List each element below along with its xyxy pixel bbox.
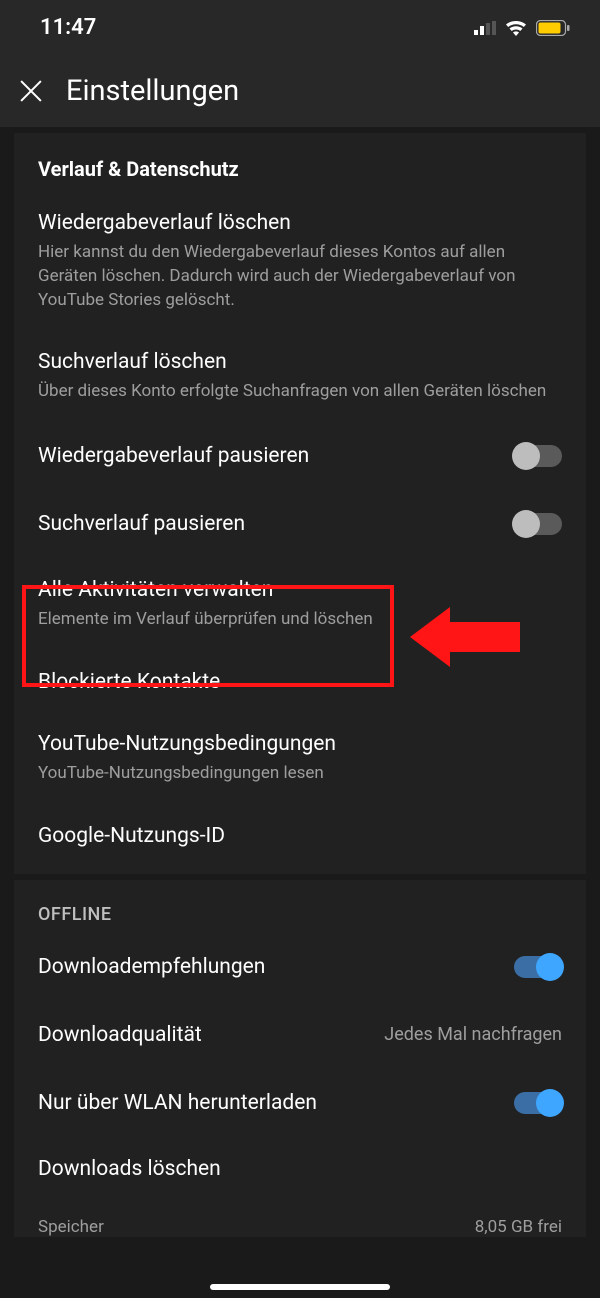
item-youtube-terms[interactable]: YouTube-Nutzungsbedingungen YouTube-Nutz…: [14, 712, 586, 804]
toggle-pause-search-history[interactable]: [514, 513, 562, 535]
toggle-pause-watch-history[interactable]: [514, 445, 562, 467]
storage-row: Speicher 8,05 GB frei: [14, 1199, 586, 1237]
item-title: Alle Aktivitäten verwalten: [38, 578, 562, 602]
item-title: Downloadqualität: [38, 1023, 202, 1047]
page-title: Einstellungen: [66, 74, 239, 108]
storage-label: Speicher: [38, 1217, 104, 1237]
wifi-icon: [504, 19, 528, 37]
status-bar: 11:47: [0, 0, 600, 55]
item-title: Suchverlauf löschen: [38, 350, 562, 374]
item-download-quality[interactable]: Downloadqualität Jedes Mal nachfragen: [14, 1001, 586, 1069]
item-value: Jedes Mal nachfragen: [384, 1024, 562, 1045]
home-indicator[interactable]: [210, 1284, 390, 1290]
item-clear-watch-history[interactable]: Wiedergabeverlauf löschen Hier kannst du…: [14, 191, 586, 330]
item-subtitle: YouTube-Nutzungsbedingungen lesen: [38, 762, 562, 786]
item-title: Downloads löschen: [38, 1157, 562, 1181]
item-pause-search-history[interactable]: Suchverlauf pausieren: [14, 490, 586, 558]
toggle-download-recommendations[interactable]: [514, 956, 562, 978]
item-download-recommendations[interactable]: Downloadempfehlungen: [14, 933, 586, 1001]
item-subtitle: Elemente im Verlauf überprüfen und lösch…: [38, 608, 562, 632]
header: Einstellungen: [0, 55, 600, 127]
toggle-wlan-only[interactable]: [514, 1092, 562, 1114]
storage-value: 8,05 GB frei: [475, 1217, 562, 1237]
item-wlan-only[interactable]: Nur über WLAN herunterladen: [14, 1069, 586, 1137]
close-icon[interactable]: [18, 78, 44, 104]
item-title: Suchverlauf pausieren: [38, 512, 245, 536]
item-title: Downloadempfehlungen: [38, 955, 265, 979]
item-subtitle: Über dieses Konto erfolgte Suchanfragen …: [38, 380, 562, 404]
item-title: Nur über WLAN herunterladen: [38, 1091, 317, 1115]
status-time: 11:47: [40, 15, 96, 40]
item-manage-all-activity[interactable]: Alle Aktivitäten verwalten Elemente im V…: [14, 558, 586, 650]
item-subtitle: Hier kannst du den Wiedergabeverlauf die…: [38, 241, 562, 312]
cellular-icon: [474, 21, 496, 35]
item-clear-search-history[interactable]: Suchverlauf löschen Über dieses Konto er…: [14, 330, 586, 422]
item-title: Wiedergabeverlauf löschen: [38, 211, 562, 235]
battery-icon: [536, 20, 570, 36]
section-header: OFFLINE: [14, 880, 586, 933]
item-blocked-contacts[interactable]: Blockierte Kontakte: [14, 650, 586, 712]
status-icons: [474, 19, 570, 37]
section-offline: OFFLINE Downloadempfehlungen Downloadqua…: [14, 880, 586, 1237]
section-header: Verlauf & Datenschutz: [14, 133, 586, 191]
item-title: Google-Nutzungs-ID: [38, 824, 562, 848]
item-delete-downloads[interactable]: Downloads löschen: [14, 1137, 586, 1199]
item-title: YouTube-Nutzungsbedingungen: [38, 732, 562, 756]
item-title: Wiedergabeverlauf pausieren: [38, 444, 309, 468]
item-pause-watch-history[interactable]: Wiedergabeverlauf pausieren: [14, 422, 586, 490]
item-google-usage-id[interactable]: Google-Nutzungs-ID: [14, 804, 586, 874]
item-title: Blockierte Kontakte: [38, 670, 562, 694]
section-history-privacy: Verlauf & Datenschutz Wiedergabeverlauf …: [14, 133, 586, 874]
